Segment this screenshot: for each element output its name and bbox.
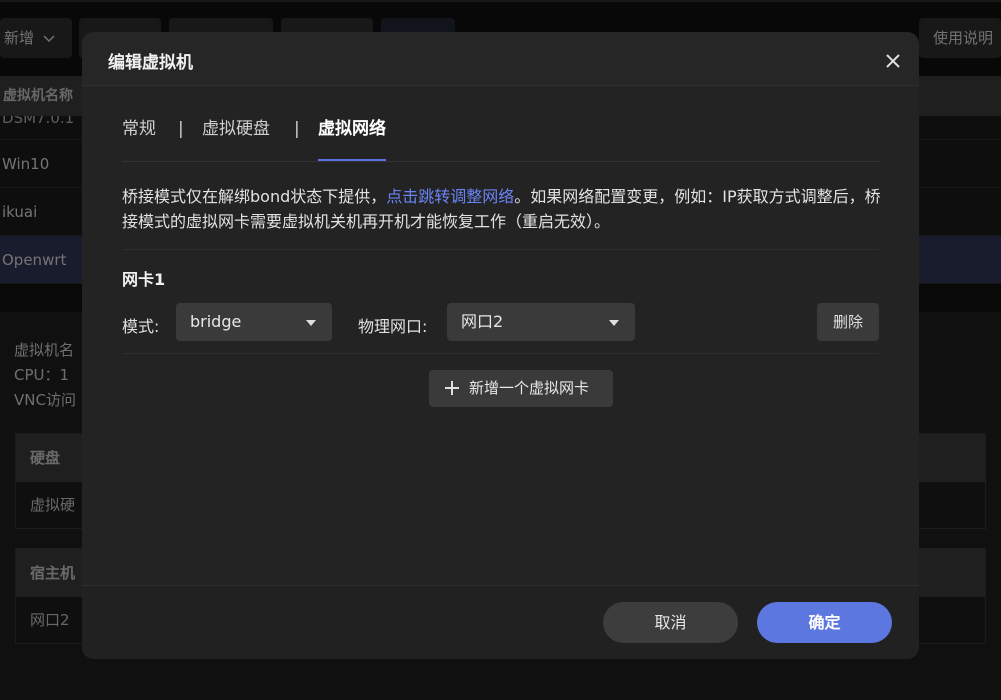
close-icon[interactable] (881, 49, 905, 73)
tab-virtual-disk[interactable]: 虚拟硬盘 (202, 118, 270, 162)
mode-label: 模式: (122, 317, 160, 336)
add-nic-button-label: 新增一个虚拟网卡 (469, 379, 590, 397)
cancel-button[interactable]: 取消 (603, 602, 738, 643)
divider (122, 353, 879, 354)
caret-down-icon (306, 320, 316, 326)
edit-vm-dialog: 编辑虚拟机 常规 | 虚拟硬盘 | 虚拟网络 桥接模式仅在解绑bond状态下提供… (82, 32, 919, 659)
divider (122, 249, 879, 250)
bridge-mode-notice: 桥接模式仅在解绑bond状态下提供，点击跳转调整网络。如果网络配置变更，例如：I… (122, 184, 882, 234)
tab-separator: | (178, 119, 184, 139)
confirm-button[interactable]: 确定 (757, 602, 892, 643)
dialog-title: 编辑虚拟机 (108, 53, 193, 73)
mode-select-value: bridge (190, 312, 242, 331)
dialog-header: 编辑虚拟机 (82, 32, 919, 86)
add-nic-button[interactable]: 新增一个虚拟网卡 (429, 370, 613, 407)
tab-general[interactable]: 常规 (122, 118, 156, 162)
tab-virtual-network[interactable]: 虚拟网络 (318, 118, 386, 162)
physical-port-select-value: 网口2 (461, 312, 504, 331)
delete-nic-button[interactable]: 删除 (817, 303, 879, 341)
physical-port-label: 物理网口: (358, 317, 428, 336)
dialog-footer: 取消 确定 (82, 585, 919, 659)
physical-port-select[interactable]: 网口2 (447, 303, 635, 341)
nic-title: 网卡1 (122, 270, 166, 289)
dialog-tabs: 常规 | 虚拟硬盘 | 虚拟网络 (122, 118, 879, 162)
adjust-network-link[interactable]: 点击跳转调整网络 (386, 187, 514, 206)
tab-separator: | (294, 119, 300, 139)
notice-text-before: 桥接模式仅在解绑bond状态下提供， (122, 187, 387, 206)
mode-select[interactable]: bridge (176, 303, 332, 341)
plus-icon (445, 381, 459, 395)
caret-down-icon (609, 320, 619, 326)
